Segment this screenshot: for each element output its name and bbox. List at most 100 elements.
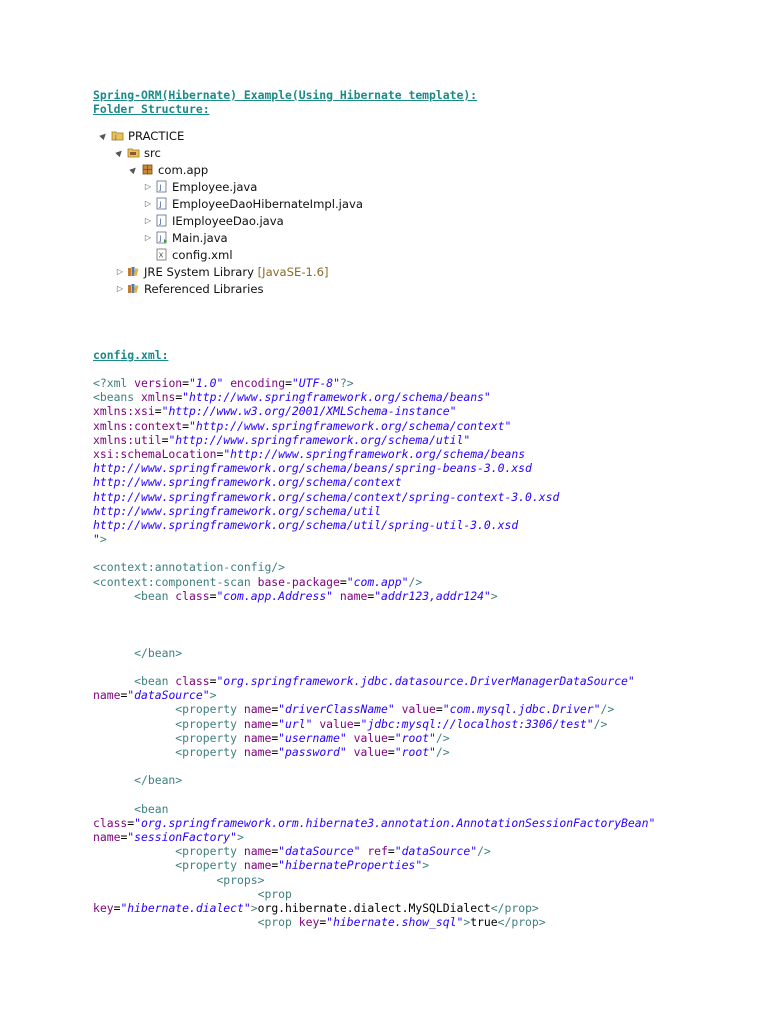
tree-item-label: com.app [158, 162, 209, 177]
code-token: "http://www.springframework.org/schema/c… [189, 418, 512, 433]
code-token: <bean [93, 673, 176, 688]
code-token: key [298, 915, 320, 930]
code-token: name [339, 588, 368, 603]
tree-item-label: Main.java [172, 230, 228, 245]
tree-item[interactable]: ▷ J Main.java [143, 229, 228, 246]
tree-item[interactable]: ▷ Referenced Libraries [115, 280, 264, 297]
code-line: <property name="driverClassName" value="… [93, 702, 655, 716]
expanded-arrow-icon[interactable]: ▲ [113, 146, 126, 159]
folder-structure-heading: Folder Structure: [93, 102, 210, 116]
code-token: "hibernateProperties" [278, 858, 423, 873]
svg-text:J: J [114, 134, 117, 141]
tree-item[interactable]: ▷ J IEmployeeDao.java [143, 212, 284, 229]
expanded-arrow-icon[interactable]: ▲ [97, 129, 110, 142]
expanded-arrow-icon[interactable]: ▲ [127, 163, 140, 176]
tree-item-label: PRACTICE [128, 128, 185, 143]
code-token: class [175, 588, 210, 603]
code-token: <property [93, 744, 244, 759]
code-token: = [339, 574, 347, 589]
collapsed-arrow-icon[interactable]: ▷ [115, 267, 125, 276]
code-line: <property name="dataSource" ref="dataSou… [93, 844, 655, 858]
code-line: </bean> [93, 773, 655, 787]
java-file-icon: J [155, 214, 168, 227]
code-line: <beans xmlns="http://www.springframework… [93, 390, 655, 404]
code-token: ref [367, 844, 388, 859]
source-folder-icon [127, 146, 140, 159]
code-token: "com.app.Address" [216, 588, 334, 603]
collapsed-arrow-icon[interactable]: ▷ [143, 233, 153, 242]
code-token: name [93, 688, 121, 703]
code-line: </bean> [93, 646, 655, 660]
code-token: true [470, 915, 498, 930]
collapsed-arrow-icon[interactable]: ▷ [115, 284, 125, 293]
code-token: <beans [93, 390, 142, 405]
code-token: "username" [278, 730, 347, 745]
code-token: name [243, 858, 272, 873]
code-token: xsi:schemaLocation [93, 446, 217, 461]
tree-item[interactable]: ▲ src [115, 144, 161, 161]
tree-item[interactable]: ▲ J PRACTICE [97, 127, 185, 144]
tree-item[interactable]: ▷ J EmployeeDaoHibernateImpl.java [143, 195, 363, 212]
library-icon [127, 282, 140, 295]
code-line: <bean [93, 802, 655, 816]
code-token: /> [600, 702, 615, 717]
code-line: <prop key="hibernate.show_sql">true</pro… [93, 915, 655, 929]
code-token: <property [93, 730, 244, 745]
code-line: <context:component-scan base-package="co… [93, 575, 655, 589]
code-line: xsi:schemaLocation="http://www.springfra… [93, 447, 655, 461]
page-title: Spring-ORM(Hibernate) Example(Using Hibe… [93, 88, 478, 102]
xml-file-icon: X [155, 248, 168, 261]
code-token: > [99, 532, 107, 547]
code-token: <property [93, 702, 244, 717]
code-token: "dataSource" [278, 844, 361, 859]
code-line: xmlns:util="http://www.springframework.o… [93, 433, 655, 447]
code-token: xmlns:context [93, 418, 183, 433]
svg-text:J: J [159, 218, 162, 226]
code-token: "http://www.springframework.org/schema/u… [168, 432, 471, 447]
code-token: value [353, 744, 388, 759]
code-token: /> [435, 730, 450, 745]
code-token: <?xml [93, 376, 135, 390]
code-token: base-package [257, 574, 340, 589]
code-line: <bean class="org.springframework.jdbc.da… [93, 674, 655, 688]
code-token: /> [408, 574, 423, 589]
code-line: http://www.springframework.org/schema/co… [93, 475, 655, 489]
code-line: class="org.springframework.orm.hibernate… [93, 816, 655, 830]
java-file-icon: J [155, 197, 168, 210]
tree-item[interactable]: ▷ J Employee.java [143, 178, 257, 195]
code-token: = [182, 376, 190, 390]
code-token: </prop> [497, 915, 546, 930]
code-line: <props> [93, 873, 655, 887]
code-token: "http://www.springframework.org/schema/b… [223, 446, 526, 461]
tree-item-suffix: [JavaSE-1.6] [253, 264, 329, 279]
code-token: "org.springframework.orm.hibernate3.anno… [134, 815, 656, 830]
code-token: = [387, 744, 395, 759]
code-token: <property [93, 858, 244, 873]
code-token: "org.springframework.jdbc.datasource.Dri… [216, 673, 635, 688]
code-line: name="dataSource"> [93, 688, 655, 702]
tree-item[interactable]: ▲ com.app [127, 161, 209, 178]
code-line: <context:annotation-config/> [93, 560, 655, 574]
code-token: "password" [278, 744, 347, 759]
tree-item-label: src [144, 145, 161, 160]
code-token: " [93, 532, 100, 547]
code-token: > [422, 858, 430, 873]
code-line: <property name="hibernateProperties"> [93, 858, 655, 872]
tree-item[interactable]: Xconfig.xml [143, 246, 233, 263]
code-token: "driverClassName" [278, 702, 395, 717]
collapsed-arrow-icon[interactable]: ▷ [143, 199, 153, 208]
collapsed-arrow-icon[interactable]: ▷ [143, 182, 153, 191]
collapsed-arrow-icon[interactable]: ▷ [143, 216, 153, 225]
code-token: "root" [394, 730, 436, 745]
code-token: "com.app" [346, 574, 409, 589]
code-token: > [250, 900, 258, 915]
code-line: xmlns:xsi="http://www.w3.org/2001/XMLSch… [93, 404, 655, 418]
tree-item[interactable]: ▷ JRE System Library [JavaSE-1.6] [115, 263, 329, 280]
